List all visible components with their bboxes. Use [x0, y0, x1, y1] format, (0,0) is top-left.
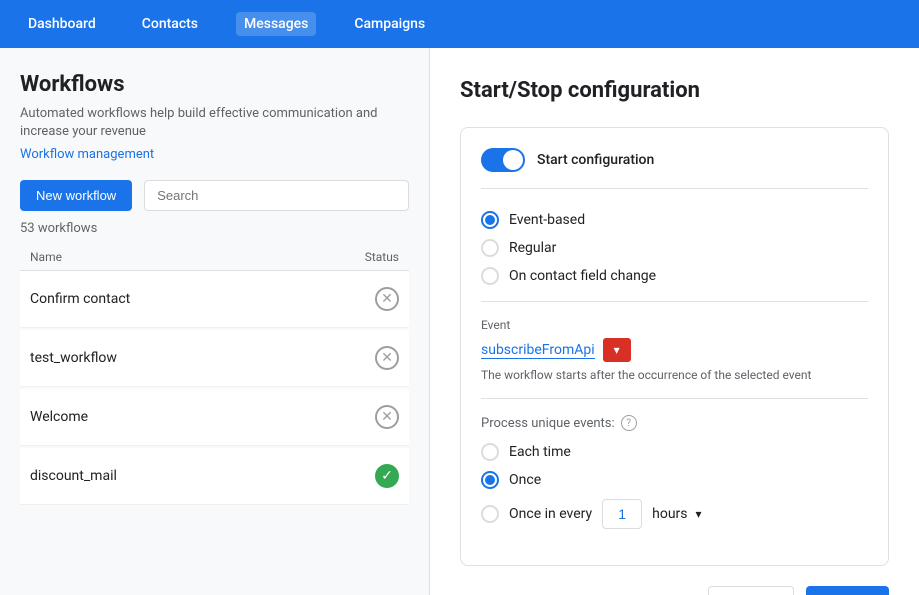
radio-circle-each-time	[481, 443, 499, 461]
workflow-management-link[interactable]: Workflow management	[20, 147, 409, 162]
radio-circle-regular	[481, 239, 499, 257]
event-value: subscribeFromApi	[481, 342, 595, 359]
workflow-name: Confirm contact	[30, 291, 130, 307]
table-row[interactable]: Confirm contact ✕	[20, 271, 409, 328]
subtitle-text: Automated workflows help build effective…	[20, 105, 409, 141]
nav-messages[interactable]: Messages	[236, 12, 316, 36]
table-row[interactable]: Welcome ✕	[20, 389, 409, 446]
panel-title: Start/Stop configuration	[460, 78, 889, 103]
hours-number-input[interactable]	[602, 499, 642, 529]
once-in-every-row: Once in every hours ▾	[481, 499, 868, 529]
main-content: Workflows Automated workflows help build…	[0, 48, 919, 595]
nav-campaigns[interactable]: Campaigns	[346, 12, 433, 36]
event-section: Event subscribeFromApi ▾ The workflow st…	[481, 302, 868, 399]
chevron-down-icon: ▾	[696, 507, 702, 521]
radio-label-each-time: Each time	[509, 444, 571, 460]
top-navigation: Dashboard Contacts Messages Campaigns	[0, 0, 919, 48]
footer-buttons: Cancel Apply	[460, 586, 889, 595]
radio-label-regular: Regular	[509, 240, 556, 256]
status-icon-disabled: ✕	[375, 287, 399, 311]
trigger-type-group: Event-based Regular On contact field cha…	[481, 195, 868, 302]
event-select-row: subscribeFromApi ▾	[481, 338, 868, 362]
page-title: Workflows	[20, 72, 409, 97]
config-card: Start configuration Event-based Regular …	[460, 127, 889, 566]
radio-label-event-based: Event-based	[509, 212, 585, 228]
process-unique-section: Process unique events: ? Each time Once …	[481, 399, 868, 545]
toolbar: New workflow	[20, 180, 409, 211]
radio-circle-contact-field	[481, 267, 499, 285]
event-hint: The workflow starts after the occurrence…	[481, 368, 868, 382]
toggle-row: Start configuration	[481, 148, 868, 189]
radio-circle-once-in-every	[481, 505, 499, 523]
toggle-label: Start configuration	[537, 152, 654, 168]
radio-circle-once	[481, 471, 499, 489]
radio-event-based[interactable]: Event-based	[481, 211, 868, 229]
radio-label-contact-field: On contact field change	[509, 268, 656, 284]
process-label-row: Process unique events: ?	[481, 415, 868, 431]
nav-dashboard[interactable]: Dashboard	[20, 12, 104, 36]
radio-once[interactable]: Once	[481, 471, 868, 489]
nav-contacts[interactable]: Contacts	[134, 12, 206, 36]
radio-each-time[interactable]: Each time	[481, 443, 868, 461]
status-icon-enabled: ✓	[375, 464, 399, 488]
hours-label: hours	[652, 506, 687, 522]
left-panel: Workflows Automated workflows help build…	[0, 48, 430, 595]
event-label: Event	[481, 318, 868, 332]
radio-label-once: Once	[509, 472, 541, 488]
hours-select[interactable]: hours ▾	[652, 506, 701, 522]
workflow-name: discount_mail	[30, 468, 117, 484]
col-name: Name	[30, 250, 62, 264]
chevron-down-icon: ▾	[614, 343, 620, 357]
radio-once-in-every[interactable]: Once in every	[481, 505, 592, 523]
cancel-button[interactable]: Cancel	[708, 586, 794, 595]
new-workflow-button[interactable]: New workflow	[20, 180, 132, 211]
workflows-count: 53 workflows	[20, 221, 409, 236]
status-icon-disabled: ✕	[375, 346, 399, 370]
help-icon[interactable]: ?	[621, 415, 637, 431]
table-row[interactable]: test_workflow ✕	[20, 330, 409, 387]
table-header: Name Status	[20, 244, 409, 271]
process-label: Process unique events:	[481, 416, 615, 431]
radio-contact-field-change[interactable]: On contact field change	[481, 267, 868, 285]
start-config-toggle[interactable]	[481, 148, 525, 172]
radio-label-once-in-every: Once in every	[509, 506, 592, 522]
table-row[interactable]: discount_mail ✓	[20, 448, 409, 505]
col-status: Status	[365, 250, 399, 264]
status-icon-disabled: ✕	[375, 405, 399, 429]
apply-button[interactable]: Apply	[806, 586, 889, 595]
workflow-name: Welcome	[30, 409, 88, 425]
right-panel: Start/Stop configuration Start configura…	[430, 48, 919, 595]
event-dropdown-button[interactable]: ▾	[603, 338, 631, 362]
radio-regular[interactable]: Regular	[481, 239, 868, 257]
workflow-name: test_workflow	[30, 350, 117, 366]
search-input[interactable]	[144, 180, 409, 211]
radio-circle-event-based	[481, 211, 499, 229]
